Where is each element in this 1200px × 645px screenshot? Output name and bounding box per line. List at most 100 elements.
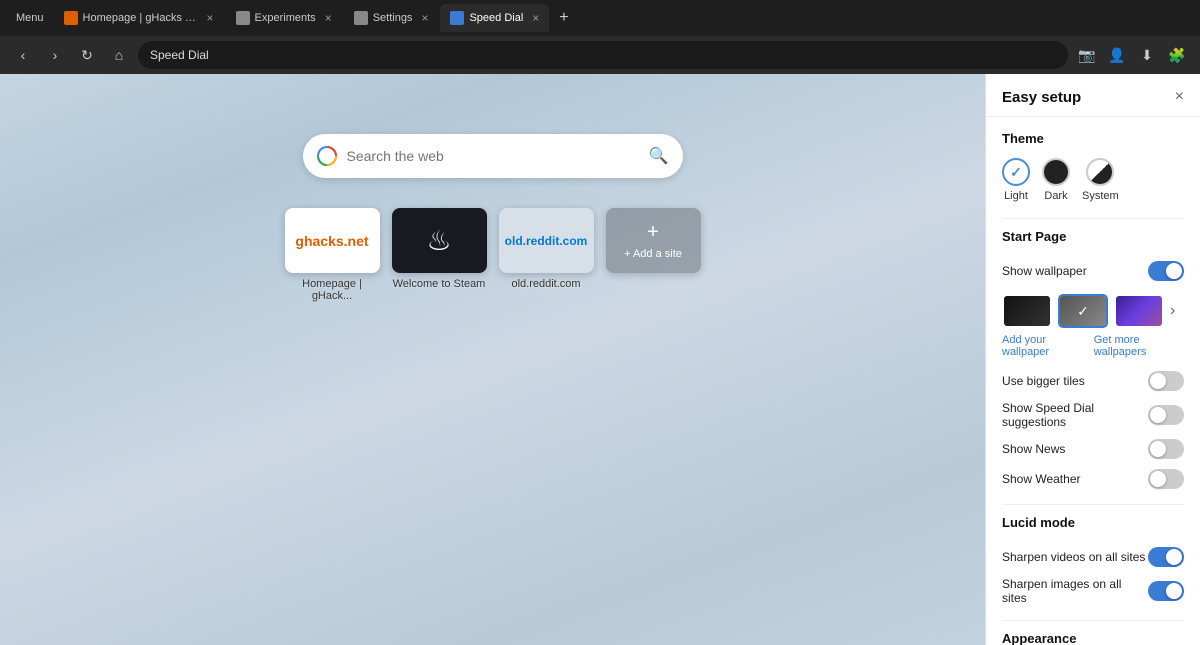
show-wallpaper-toggle[interactable] (1148, 261, 1184, 281)
show-speed-dial-suggestions-knob (1150, 407, 1166, 423)
dial-label-reddit: old.reddit.com (511, 278, 580, 290)
show-wallpaper-row: Show wallpaper (1002, 256, 1184, 286)
sharpen-images-toggle[interactable] (1148, 581, 1184, 601)
theme-circle-dark (1042, 158, 1070, 186)
start-page-section-title: Start Page (1002, 229, 1184, 244)
wallpaper-thumbs: ✓ › (1002, 294, 1184, 328)
show-news-toggle[interactable] (1148, 439, 1184, 459)
theme-circle-light: ✓ (1002, 158, 1030, 186)
tab-favicon-ghacks (64, 11, 78, 25)
sharpen-videos-toggle-knob (1166, 549, 1182, 565)
home-button[interactable]: ⌂ (106, 42, 132, 68)
use-bigger-tiles-toggle[interactable] (1148, 371, 1184, 391)
theme-section-title: Theme (1002, 131, 1184, 146)
new-tab-page: 🔍 ghacks.net Homepage | gHack... ♨ Welco… (0, 74, 985, 645)
dial-item-steam[interactable]: ♨ Welcome to Steam (392, 208, 487, 302)
ghacks-logo-text: ghacks.net (295, 233, 368, 249)
forward-button[interactable]: › (42, 42, 68, 68)
speed-dial: ghacks.net Homepage | gHack... ♨ Welcome… (285, 208, 701, 302)
tab-close-speeddial[interactable]: × (532, 11, 539, 25)
address-bar[interactable]: Speed Dial (138, 41, 1068, 69)
search-box[interactable]: 🔍 (303, 134, 683, 178)
tab-settings[interactable]: Settings × (344, 4, 439, 32)
show-weather-label: Show Weather (1002, 472, 1081, 486)
panel-close-button[interactable]: × (1175, 88, 1184, 106)
tab-label-speeddial: Speed Dial (469, 12, 523, 24)
tab-favicon-speeddial (450, 11, 464, 25)
main-area: 🔍 ghacks.net Homepage | gHack... ♨ Welco… (0, 74, 1200, 645)
dial-item-add[interactable]: + + Add a site . (606, 208, 701, 302)
start-page-divider (1002, 504, 1184, 505)
menu-button[interactable]: Menu (8, 8, 52, 28)
show-news-toggle-knob (1150, 441, 1166, 457)
wallpaper-thumb-dark[interactable] (1002, 294, 1052, 328)
show-weather-row: Show Weather (1002, 464, 1184, 494)
toolbar-right: 📷 👤 ⬇ 🧩 (1074, 42, 1190, 68)
theme-label-dark: Dark (1044, 190, 1067, 202)
theme-option-light[interactable]: ✓ Light (1002, 158, 1030, 202)
panel-body: Theme ✓ Light Dark System (986, 117, 1200, 645)
easy-setup-panel: Easy setup × Theme ✓ Light Dark (985, 74, 1200, 645)
appearance-section-title: Appearance (1002, 631, 1184, 645)
show-wallpaper-label: Show wallpaper (1002, 264, 1087, 278)
sharpen-videos-row: Sharpen videos on all sites (1002, 542, 1184, 572)
tab-label-settings: Settings (373, 12, 413, 24)
search-input[interactable] (347, 148, 639, 164)
dial-label-steam: Welcome to Steam (393, 278, 486, 290)
theme-option-system[interactable]: System (1082, 158, 1119, 202)
user-button[interactable]: 👤 (1104, 42, 1130, 68)
tab-ghacks[interactable]: Homepage | gHacks Tech... × (54, 4, 224, 32)
extensions-button[interactable]: 🧩 (1164, 42, 1190, 68)
tab-speeddial[interactable]: Speed Dial × (440, 4, 549, 32)
panel-header: Easy setup × (986, 74, 1200, 117)
wallpaper-thumb-purple[interactable] (1114, 294, 1164, 328)
wallpaper-selected-check: ✓ (1060, 296, 1106, 326)
tab-experiments[interactable]: Experiments × (226, 4, 342, 32)
add-site-label: + Add a site (624, 248, 682, 260)
sharpen-videos-toggle[interactable] (1148, 547, 1184, 567)
theme-option-dark[interactable]: Dark (1042, 158, 1070, 202)
dial-thumb-add: + + Add a site (606, 208, 701, 273)
show-speed-dial-suggestions-toggle[interactable] (1148, 405, 1184, 425)
theme-label-light: Light (1004, 190, 1028, 202)
add-wallpaper-link[interactable]: Add your wallpaper (1002, 334, 1086, 358)
start-page-section: Start Page Show wallpaper (1002, 229, 1184, 494)
wallpaper-links: Add your wallpaper Get more wallpapers (1002, 334, 1184, 358)
wallpaper-thumbnails-row: ✓ › Add your wallpaper Get more wallpape… (1002, 294, 1184, 358)
theme-label-system: System (1082, 190, 1119, 202)
sharpen-images-label: Sharpen images on all sites (1002, 577, 1148, 605)
search-icon[interactable]: 🔍 (649, 146, 669, 166)
tab-close-ghacks[interactable]: × (207, 11, 214, 25)
toolbar: ‹ › ↻ ⌂ Speed Dial 📷 👤 ⬇ 🧩 (0, 36, 1200, 74)
theme-options: ✓ Light Dark System (1002, 158, 1184, 202)
show-weather-toggle[interactable] (1148, 469, 1184, 489)
get-more-wallpapers-link[interactable]: Get more wallpapers (1094, 334, 1184, 358)
theme-circle-system (1086, 158, 1114, 186)
wallpaper-next-icon[interactable]: › (1170, 302, 1175, 320)
dial-item-ghacks[interactable]: ghacks.net Homepage | gHack... (285, 208, 380, 302)
camera-button[interactable]: 📷 (1074, 42, 1100, 68)
wallpaper-thumb-grey[interactable]: ✓ (1058, 294, 1108, 328)
lucid-mode-section: Lucid mode Sharpen videos on all sites S… (1002, 515, 1184, 610)
use-bigger-tiles-toggle-knob (1150, 373, 1166, 389)
dial-thumb-reddit: old.reddit.com (499, 208, 594, 273)
browser-chrome: Menu Homepage | gHacks Tech... × Experim… (0, 0, 1200, 74)
dial-thumb-steam: ♨ (392, 208, 487, 273)
address-text: Speed Dial (150, 48, 209, 62)
reload-button[interactable]: ↻ (74, 42, 100, 68)
tab-close-settings[interactable]: × (421, 11, 428, 25)
tab-bar: Menu Homepage | gHacks Tech... × Experim… (0, 0, 1200, 36)
dial-label-ghacks: Homepage | gHack... (285, 278, 380, 302)
back-button[interactable]: ‹ (10, 42, 36, 68)
panel-title: Easy setup (1002, 89, 1081, 106)
theme-divider (1002, 218, 1184, 219)
dial-item-reddit[interactable]: old.reddit.com old.reddit.com (499, 208, 594, 302)
download-button[interactable]: ⬇ (1134, 42, 1160, 68)
sharpen-images-row: Sharpen images on all sites (1002, 572, 1184, 610)
tab-label-ghacks: Homepage | gHacks Tech... (83, 12, 198, 24)
sharpen-images-toggle-knob (1166, 583, 1182, 599)
wallpaper-purple-preview (1116, 296, 1162, 326)
new-tab-button[interactable]: + (551, 5, 576, 31)
use-bigger-tiles-label: Use bigger tiles (1002, 374, 1085, 388)
tab-close-experiments[interactable]: × (325, 11, 332, 25)
